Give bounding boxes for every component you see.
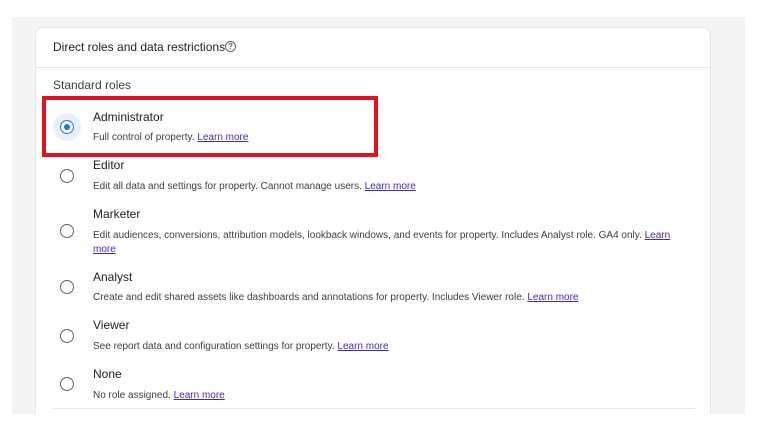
learn-more-link[interactable]: Learn more <box>337 341 388 352</box>
role-description-text: No role assigned. <box>93 390 171 401</box>
radio-analyst[interactable] <box>60 280 74 294</box>
learn-more-link[interactable]: Learn more <box>174 390 225 401</box>
role-description: No role assigned. Learn more <box>93 389 683 403</box>
role-description: Edit all data and settings for property.… <box>93 180 683 194</box>
highlight-annotation <box>42 96 378 157</box>
roles-card: Direct roles and data restrictions ? Sta… <box>35 27 711 414</box>
card-header: Direct roles and data restrictions ? <box>36 28 710 68</box>
radio-marketer[interactable] <box>60 224 74 238</box>
role-name: None <box>93 367 122 381</box>
learn-more-link[interactable]: Learn more <box>365 181 416 192</box>
standard-roles-label: Standard roles <box>53 78 132 92</box>
role-description-text: Create and edit shared assets like dashb… <box>93 292 525 303</box>
role-description: Create and edit shared assets like dashb… <box>93 291 683 305</box>
radio-editor[interactable] <box>60 169 74 183</box>
role-name: Editor <box>93 158 125 172</box>
role-description-text: See report data and configuration settin… <box>93 341 335 352</box>
learn-more-link[interactable]: Learn more <box>527 292 578 303</box>
card-title: Direct roles and data restrictions <box>53 40 226 54</box>
divider <box>53 408 695 409</box>
role-name: Analyst <box>93 270 133 284</box>
radio-none[interactable] <box>60 377 74 391</box>
role-description: See report data and configuration settin… <box>93 340 683 354</box>
role-description-text: Edit all data and settings for property.… <box>93 181 362 192</box>
role-description-text: Edit audiences, conversions, attribution… <box>93 230 642 241</box>
role-name: Marketer <box>93 207 141 221</box>
role-description: Edit audiences, conversions, attribution… <box>93 229 683 257</box>
page: Direct roles and data restrictions ? Sta… <box>0 0 772 439</box>
radio-viewer[interactable] <box>60 329 74 343</box>
role-name: Viewer <box>93 318 130 332</box>
help-circle-icon[interactable]: ? <box>225 41 236 52</box>
